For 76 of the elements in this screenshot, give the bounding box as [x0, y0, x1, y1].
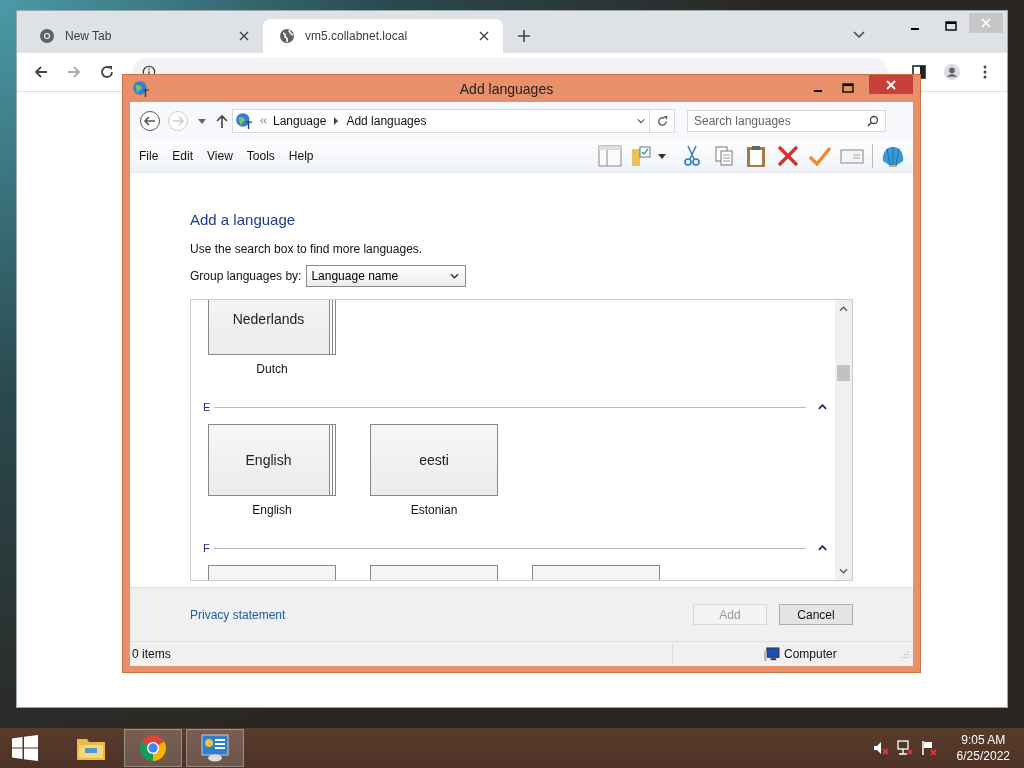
profile-icon[interactable]: [944, 64, 960, 80]
menu-item[interactable]: Tools: [246, 149, 275, 163]
location-text: Computer: [784, 647, 837, 661]
chrome-icon: [39, 28, 55, 44]
page-heading: Add a language: [190, 211, 297, 228]
checkmark-icon[interactable]: [808, 145, 832, 167]
language-icon: [235, 112, 253, 130]
close-button[interactable]: [869, 75, 913, 94]
shell-icon[interactable]: [881, 145, 905, 167]
refresh-button[interactable]: [650, 109, 675, 133]
collapse-icon[interactable]: [818, 404, 827, 410]
close-icon: [981, 18, 991, 28]
language-tile[interactable]: eesti: [370, 424, 498, 496]
chrome-icon[interactable]: [124, 729, 182, 767]
up-arrow-icon[interactable]: [216, 114, 228, 128]
network-icon[interactable]: [896, 740, 913, 756]
language-tile[interactable]: English: [208, 424, 336, 496]
item-count: 0 items: [132, 647, 172, 661]
clipboard-icon[interactable]: [744, 145, 768, 167]
dropdown-arrow-icon[interactable]: [198, 118, 206, 124]
language-name: English: [252, 503, 292, 517]
back-icon[interactable]: [139, 110, 161, 132]
menu-item[interactable]: File: [139, 149, 159, 163]
dialog-button[interactable]: Cancel: [779, 604, 853, 625]
chevron-down-icon: [450, 273, 460, 279]
language-name: Estonian: [410, 503, 458, 517]
privacy-link[interactable]: Privacy statement: [190, 607, 286, 622]
chevron-right-icon: [332, 117, 341, 125]
chevron-down-icon[interactable]: [853, 31, 865, 39]
refresh-icon: [655, 114, 669, 128]
flag-icon[interactable]: [920, 740, 937, 756]
group-by-label: Group languages by:: [190, 269, 302, 283]
menu-item[interactable]: Edit: [172, 149, 194, 163]
double-chevron-icon: [259, 117, 267, 125]
reload-icon[interactable]: [99, 64, 115, 80]
chevron-down-icon[interactable]: [637, 117, 645, 125]
address-field[interactable]: Language Add languages: [232, 109, 650, 133]
search-icon: [867, 115, 879, 127]
back-icon[interactable]: [33, 64, 49, 80]
resize-grip-icon[interactable]: [901, 650, 909, 658]
delete-icon[interactable]: [776, 145, 800, 167]
maximize-icon[interactable]: [842, 83, 854, 93]
speaker-muted-icon[interactable]: [872, 740, 889, 756]
close-icon[interactable]: [239, 31, 249, 41]
group-letter: F: [203, 542, 210, 554]
breadcrumb-item[interactable]: Add languages: [346, 114, 427, 128]
clock[interactable]: 9:05 AM 6/25/2022: [956, 732, 1010, 764]
language-icon: [132, 79, 150, 98]
menu-item[interactable]: Help: [288, 149, 314, 163]
breadcrumb-item[interactable]: Language: [273, 114, 327, 128]
window-title: Add languages: [458, 80, 555, 97]
collapse-icon[interactable]: [818, 545, 827, 551]
sidebar-icon[interactable]: [911, 64, 927, 80]
new-tab-icon[interactable]: [517, 29, 531, 43]
close-icon: [886, 79, 896, 90]
close-icon[interactable]: [479, 31, 489, 41]
scrollbar-thumb[interactable]: [837, 365, 850, 381]
globe-icon: [279, 28, 295, 44]
search-input[interactable]: Search languages: [694, 111, 867, 131]
scroll-up-icon[interactable]: [839, 306, 848, 312]
scroll-down-icon[interactable]: [839, 568, 848, 574]
language-tile[interactable]: Nederlands: [208, 300, 336, 355]
search-field[interactable]: Search languages: [687, 110, 886, 132]
hint-text: Use the search box to find more languages.: [190, 242, 424, 256]
maximize-icon[interactable]: [945, 21, 957, 31]
dropdown-arrow-icon[interactable]: [658, 153, 666, 159]
group-letter: E: [203, 401, 211, 413]
menu-item[interactable]: View: [207, 149, 233, 163]
computer-icon: [763, 646, 780, 662]
browser-tab[interactable]: New Tab: [23, 19, 263, 53]
folder-check-icon[interactable]: [630, 145, 654, 167]
group-by-dropdown[interactable]: Language name: [306, 265, 467, 287]
language-name: Dutch: [256, 362, 288, 376]
control-panel-icon[interactable]: [186, 729, 244, 767]
browser-tab[interactable]: vm5.collabnet.local: [263, 19, 503, 53]
start-icon[interactable]: [12, 735, 38, 761]
